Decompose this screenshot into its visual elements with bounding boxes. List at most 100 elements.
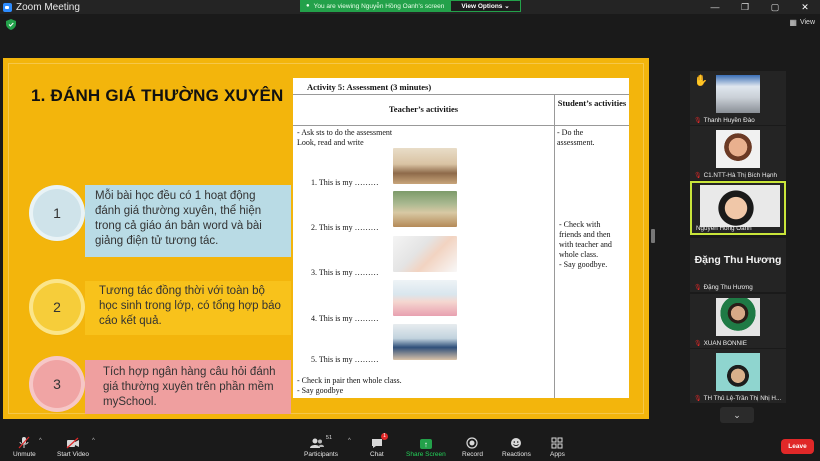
start-video-button[interactable]: Start Video (57, 435, 89, 458)
mic-muted-icon: 🎙 (694, 285, 702, 291)
view-options-button[interactable]: View Options ⌄ (450, 0, 521, 12)
student-line: - Do the (557, 128, 584, 137)
participant-name: 🎙 XUAN BONNIE (694, 340, 748, 347)
exercise-line: 4. This is my ……… (311, 314, 379, 323)
participant-video (716, 75, 760, 113)
exercise-photo-classroom (393, 148, 457, 184)
participant-display-name: Đặng Thu Hương (694, 254, 782, 266)
teacher-intro: - Ask sts to do the assessment Look, rea… (297, 128, 392, 148)
participant-name: 🎙 TH Thủ Lệ-Trần Thị Nhị H... (694, 395, 782, 402)
participant-name: 🎙 Thanh Huyền Đào (694, 117, 755, 124)
participants-options-caret[interactable]: ^ (348, 438, 351, 444)
column-divider (554, 95, 555, 398)
apps-icon (551, 435, 563, 449)
audio-options-caret[interactable]: ^ (39, 438, 42, 444)
exercise-photo-teacher (393, 280, 457, 316)
raised-hand-icon: ✋ (694, 75, 708, 87)
exercise-photo-book (393, 236, 457, 272)
record-button[interactable]: Record (462, 435, 483, 458)
participants-button[interactable]: 51 Participants (304, 435, 338, 458)
student-line: with teacher and (559, 240, 612, 249)
header-divider (293, 125, 629, 126)
exercise-photo-room (393, 191, 457, 227)
chat-unread-badge: 1 (381, 433, 388, 440)
item-number-circle: 3 (33, 360, 81, 408)
participant-video (700, 185, 780, 227)
viewing-text: You are viewing Nguyễn Hồng Oanh's scree… (313, 2, 445, 10)
mic-muted-icon: 🎙 (694, 173, 702, 179)
record-icon (466, 435, 479, 449)
mic-muted-icon: 🎙 (694, 341, 702, 347)
video-options-caret[interactable]: ^ (92, 438, 95, 444)
exercise-line: 3. This is my ……… (311, 268, 379, 277)
mic-muted-icon: 🎙 (694, 118, 702, 124)
exercise-line: 2. This is my ……… (311, 223, 379, 232)
restore-button[interactable]: ❐ (730, 0, 760, 14)
teacher-intro-line: Look, read and write (297, 138, 364, 147)
student-activities-header: Student’s activities (557, 98, 627, 108)
teacher-activities-header: Teacher’s activities (388, 104, 459, 114)
unmute-button[interactable]: Unmute (13, 435, 36, 458)
maximize-button[interactable]: ▢ (760, 0, 790, 14)
lesson-plan-table: Activity 5: Assessment (3 minutes) Teach… (293, 78, 629, 398)
share-status-icon: ● (306, 3, 310, 9)
leave-button[interactable]: Leave (781, 439, 814, 454)
smiley-icon (510, 435, 522, 449)
chevron-down-icon: ⌄ (733, 409, 741, 420)
view-button[interactable]: ▦ View (789, 18, 815, 27)
grid-icon: ▦ (789, 18, 797, 27)
screen-share-banner: ● You are viewing Nguyễn Hồng Oanh's scr… (300, 0, 521, 12)
participant-video (716, 353, 760, 391)
student-top-text: - Do the assessment. (557, 128, 595, 148)
mic-muted-icon (18, 435, 30, 449)
student-line: whole class. (559, 250, 599, 259)
apps-button[interactable]: Apps (550, 435, 565, 458)
student-line: - Say goodbye. (559, 260, 608, 269)
window-title: Zoom Meeting (16, 1, 80, 13)
view-label: View (799, 19, 815, 26)
share-screen-icon: ↑ (419, 435, 432, 449)
scroll-down-button[interactable]: ⌄ (720, 407, 754, 423)
item-number-circle: 2 (33, 283, 81, 331)
participant-count: 51 (325, 435, 333, 441)
participant-tile[interactable]: Đặng Thu Hương 🎙 Đặng Thu Hương (690, 238, 786, 292)
exercise-line: 1. This is my ……… (311, 178, 379, 187)
exercise-photo-student (393, 324, 457, 360)
share-screen-button[interactable]: ↑ Share Screen (406, 435, 446, 458)
chat-button[interactable]: 1 Chat (370, 433, 388, 458)
title-bar: Zoom Meeting ● You are viewing Nguyễn Hồ… (0, 0, 820, 14)
item-text-2: Tương tác đồng thời với toàn bộ học sinh… (85, 281, 291, 335)
teacher-outro-line: - Check in pair then whole class. (297, 376, 402, 385)
meeting-toolbar: Unmute ^ Start Video ^ 51 Participants ^… (0, 432, 820, 461)
people-icon: 51 (309, 435, 333, 449)
participant-name: Nguyễn Hồng Oanh (696, 225, 752, 232)
student-line: friends and then (559, 230, 611, 239)
zoom-logo-icon (3, 2, 12, 12)
reactions-button[interactable]: Reactions (502, 435, 531, 458)
video-off-icon (66, 435, 80, 449)
participant-tile[interactable]: 🎙 C1.NTT-Hà Thị Bích Hạnh (690, 126, 786, 180)
student-line: - Check with (559, 220, 601, 229)
student-line: assessment. (557, 138, 595, 147)
viewing-indicator: ● You are viewing Nguyễn Hồng Oanh's scr… (300, 0, 451, 12)
item-text-3: Tích hợp ngân hàng câu hỏi đánh giá thườ… (85, 360, 291, 414)
item-number-circle: 1 (33, 189, 81, 237)
item-text-1: Mỗi bài học đều có 1 hoạt động đánh giá … (85, 185, 291, 257)
participant-tile[interactable]: 🎙 XUAN BONNIE (690, 294, 786, 348)
slide-title: 1. ĐÁNH GIÁ THƯỜNG XUYÊN (31, 86, 284, 105)
close-button[interactable]: ✕ (790, 0, 820, 14)
panel-resize-handle[interactable] (651, 229, 655, 243)
teacher-intro-line: - Ask sts to do the assessment (297, 128, 393, 137)
app-title: Zoom Meeting (0, 2, 80, 13)
window-controls: — ❐ ▢ ✕ (700, 0, 820, 14)
participant-tile[interactable]: 🎙 TH Thủ Lệ-Trần Thị Nhị H... (690, 349, 786, 403)
participant-tile-active-speaker[interactable]: Nguyễn Hồng Oanh (690, 181, 786, 235)
exercise-line: 5. This is my ……… (311, 355, 379, 364)
minimize-button[interactable]: — (700, 0, 730, 14)
security-shield-icon[interactable] (6, 19, 16, 30)
teacher-outro: - Check in pair then whole class. - Say … (297, 376, 402, 396)
activity-heading: Activity 5: Assessment (3 minutes) (293, 78, 629, 95)
participant-name: 🎙 C1.NTT-Hà Thị Bích Hạnh (694, 172, 777, 179)
chat-icon: 1 (371, 433, 388, 449)
teacher-outro-line: - Say goodbye (297, 386, 344, 395)
